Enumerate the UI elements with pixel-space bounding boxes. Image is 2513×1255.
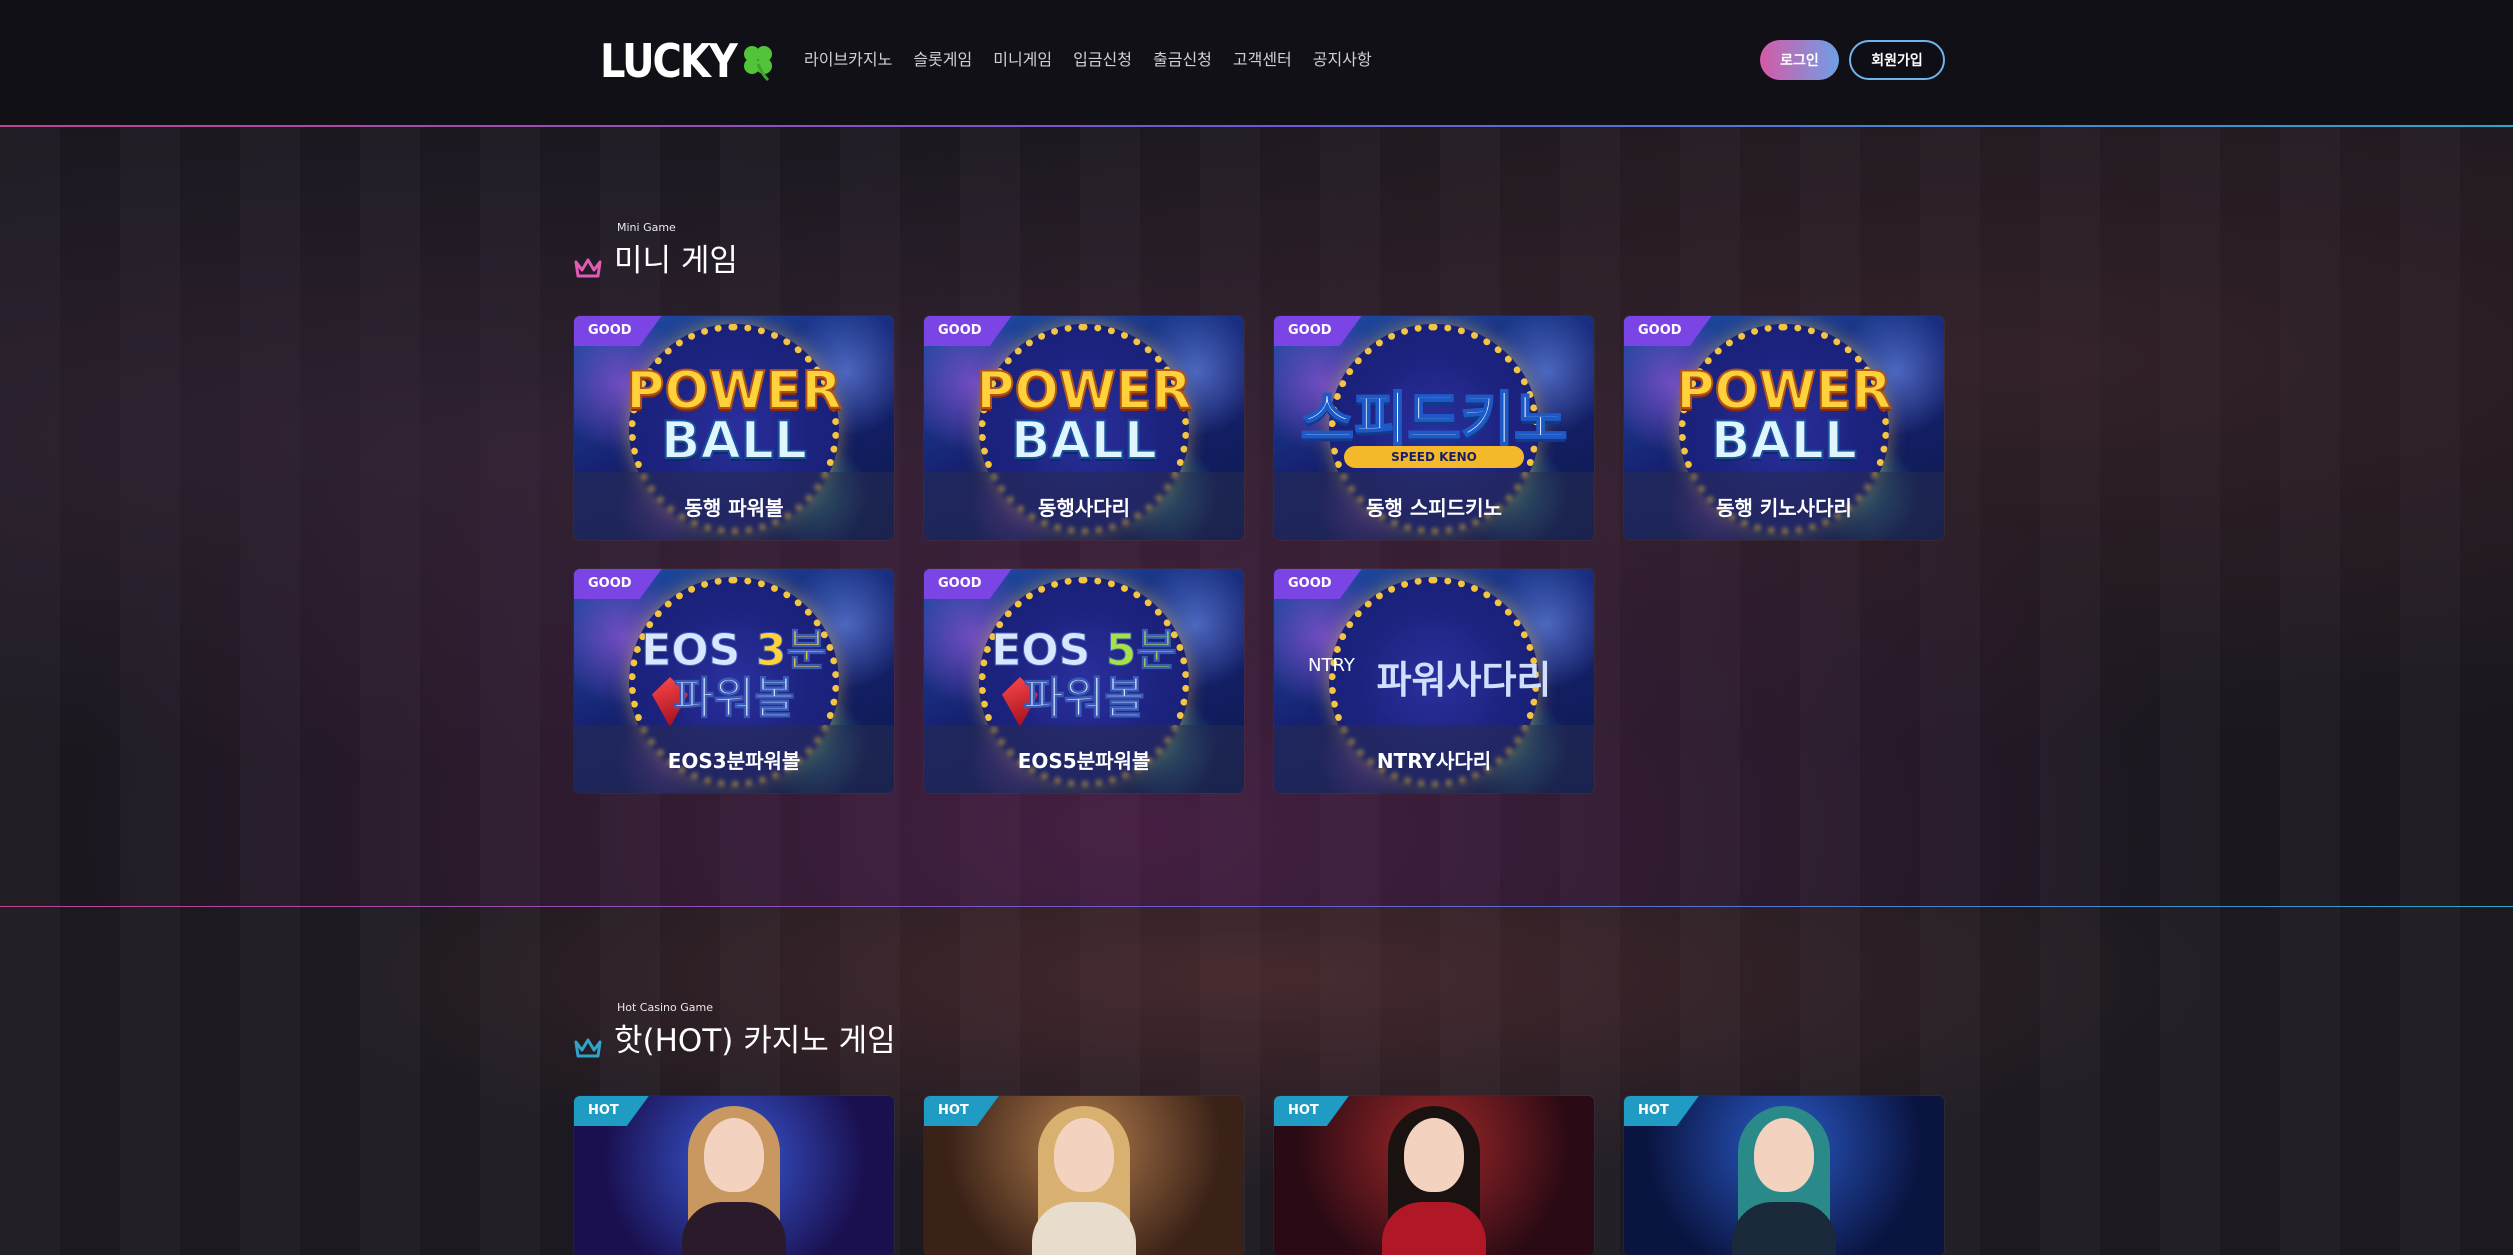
game-label: 동행 파워볼	[684, 495, 784, 520]
hot-game-card-1[interactable]: HOT	[574, 1096, 894, 1255]
game-label: 동행 키노사다리	[1716, 495, 1852, 520]
casino-background	[0, 907, 2513, 1255]
hot-casino-heading: Hot Casino Game 핫(HOT) 카지노 게임	[574, 1001, 896, 1060]
hot-game-card-2[interactable]: HOT	[924, 1096, 1244, 1255]
game-card-powerball[interactable]: POWER BALL GOOD 동행 파워볼	[574, 316, 894, 540]
site-header: LUCKY 라이브카지노 슬롯게임 미니게임 입금신청 출금신청 고객센터 공지…	[0, 0, 2513, 126]
crown-icon	[574, 256, 602, 280]
game-card-eos5-powerball[interactable]: EOS 5분 파워볼 GOOD EOS5분파워볼	[924, 569, 1244, 793]
section-subtitle: Hot Casino Game	[617, 1001, 713, 1014]
hot-game-card-4[interactable]: HOT	[1624, 1096, 1944, 1255]
hot-casino-section: Hot Casino Game 핫(HOT) 카지노 게임 HOT HOT HO…	[0, 907, 2513, 1255]
clover-icon	[738, 42, 778, 82]
nav-withdraw[interactable]: 출금신청	[1153, 46, 1212, 70]
nav-deposit[interactable]: 입금신청	[1073, 46, 1132, 70]
site-logo[interactable]: LUCKY	[600, 36, 778, 88]
main-nav: 라이브카지노 슬롯게임 미니게임 입금신청 출금신청 고객센터 공지사항	[804, 46, 1372, 70]
signup-button[interactable]: 회원가입	[1849, 40, 1945, 80]
nav-notice[interactable]: 공지사항	[1313, 46, 1372, 70]
game-card-ladder[interactable]: POWER BALL GOOD 동행사다리	[924, 316, 1244, 540]
casino-background	[0, 127, 2513, 907]
nav-slot-games[interactable]: 슬롯게임	[913, 46, 972, 70]
game-card-speed-keno[interactable]: 스피드키노 SPEED KENO GOOD 동행 스피드키노	[1274, 316, 1594, 540]
mini-game-heading: Mini Game 미니 게임	[574, 221, 738, 280]
game-label: 동행 스피드키노	[1366, 495, 1502, 520]
game-label: EOS5분파워볼	[1017, 748, 1151, 773]
login-button[interactable]: 로그인	[1760, 40, 1839, 80]
nav-mini-games[interactable]: 미니게임	[993, 46, 1052, 70]
mini-game-section: Mini Game 미니 게임 POWER BALL GOOD 동행 파워볼 PO…	[0, 127, 2513, 907]
game-card-ntry-ladder[interactable]: NTRY 파워사다리 GOOD NTRY사다리	[1274, 569, 1594, 793]
section-title: 미니 게임	[614, 243, 738, 279]
crown-icon	[574, 1036, 602, 1060]
game-card-keno-ladder[interactable]: POWER BALL GOOD 동행 키노사다리	[1624, 316, 1944, 540]
section-title: 핫(HOT) 카지노 게임	[614, 1023, 896, 1059]
game-label: 동행사다리	[1038, 495, 1130, 520]
logo-text: LUCKY	[600, 35, 738, 89]
nav-live-casino[interactable]: 라이브카지노	[804, 46, 892, 70]
game-label: EOS3분파워볼	[667, 748, 801, 773]
nav-customer-center[interactable]: 고객센터	[1233, 46, 1292, 70]
game-card-eos3-powerball[interactable]: EOS 3분 파워볼 GOOD EOS3분파워볼	[574, 569, 894, 793]
section-subtitle: Mini Game	[617, 221, 676, 234]
game-label: NTRY사다리	[1376, 748, 1492, 773]
hot-game-card-3[interactable]: HOT	[1274, 1096, 1594, 1255]
